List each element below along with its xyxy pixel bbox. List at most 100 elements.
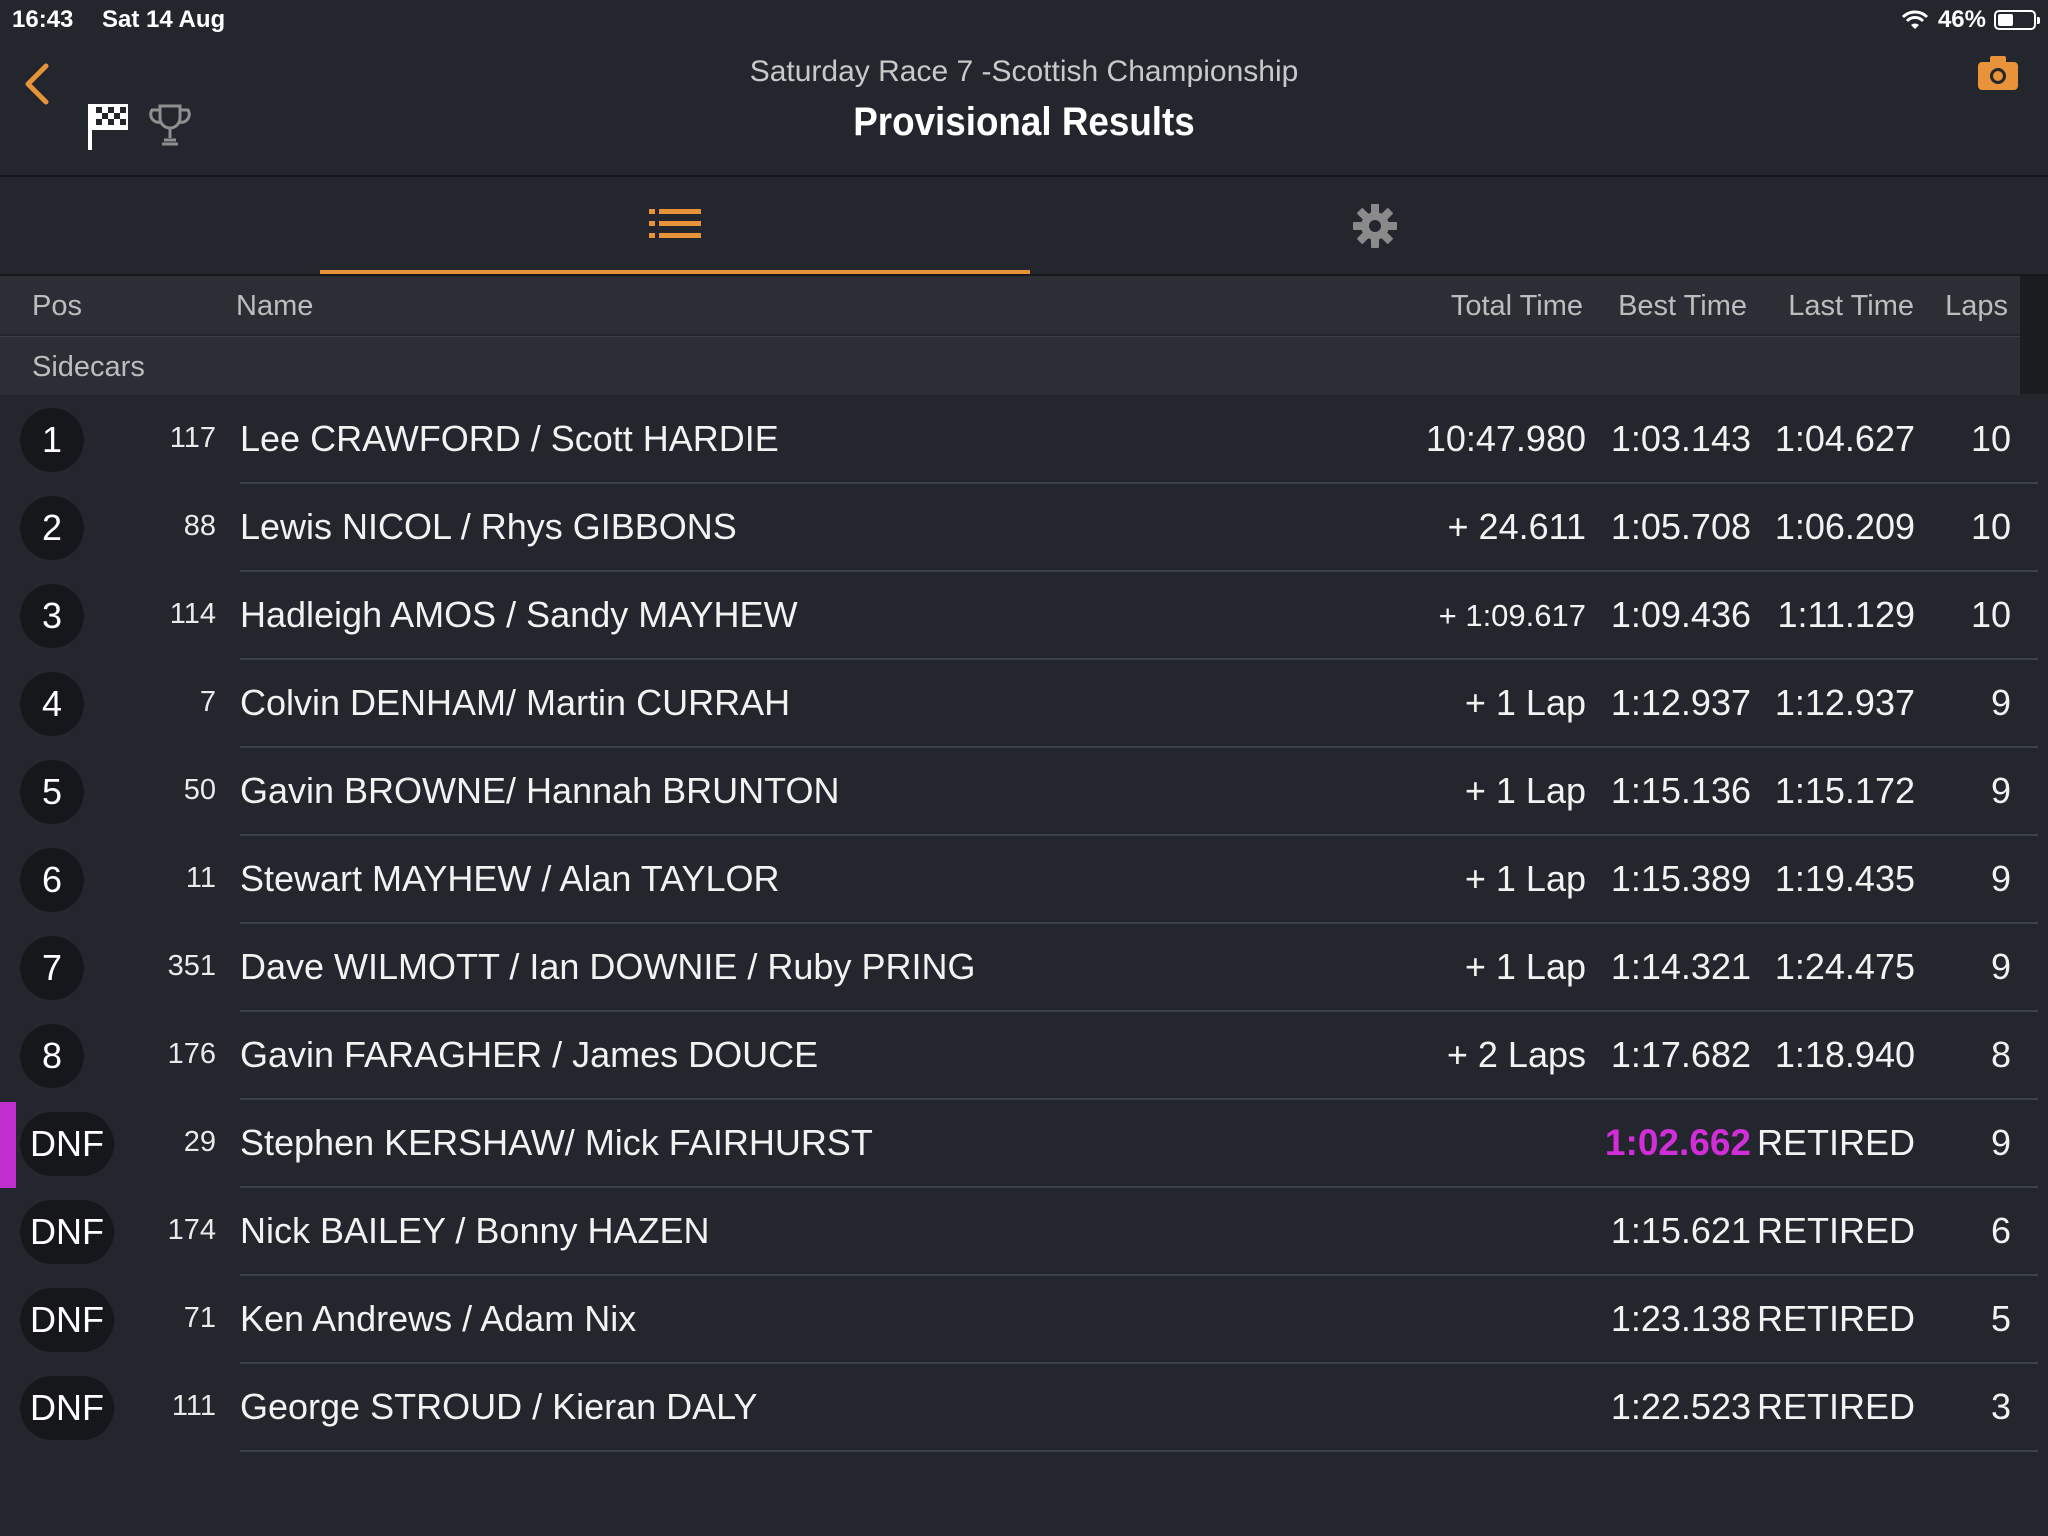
last-time: 1:12.937 (1774, 682, 1915, 723)
rider-number: 117 (169, 422, 216, 454)
col-laps[interactable]: Laps (1945, 290, 2008, 323)
result-row[interactable]: 4 7 Colvin DENHAM/ Martin CURRAH + 1 Lap 1:1… (0, 660, 2048, 748)
laps-count: 5 (1990, 1298, 2011, 1339)
col-name[interactable]: Name (236, 290, 313, 323)
row-divider (240, 1450, 2038, 1452)
race-subtitle: Saturday Race 7 -Scottish Championship (749, 55, 1299, 88)
battery-icon (1994, 10, 2040, 30)
result-row[interactable]: 3 114 Hadleigh AMOS / Sandy MAYHEW + 1:09.6… (0, 572, 2048, 660)
status-right: 46% (1900, 6, 2040, 34)
best-time: 1:17.682 (1610, 1034, 1751, 1075)
rider-names: Gavin FARAGHER / James DOUCE (240, 1034, 819, 1075)
result-row[interactable]: 1 117 Lee CRAWFORD / Scott HARDIE 10:47.980… (0, 396, 2048, 484)
best-time: 1:03.143 (1610, 418, 1751, 459)
total-time: + 24.611 (1447, 506, 1586, 547)
position-badge: 8 (20, 1024, 84, 1088)
best-time: 1:09.436 (1610, 594, 1751, 635)
laps-count: 8 (1990, 1034, 2011, 1075)
laps-count: 10 (1970, 594, 2011, 635)
position-badge: DNF (20, 1376, 114, 1440)
camera-icon[interactable] (1976, 54, 2020, 92)
tab-results-list[interactable] (320, 177, 1030, 274)
fastest-lap-marker (0, 1102, 16, 1188)
wifi-icon (1901, 10, 1929, 29)
laps-count: 9 (1990, 858, 2011, 899)
tab-settings[interactable] (1060, 177, 1690, 274)
best-time: 1:15.621 (1610, 1210, 1751, 1251)
page-title: Provisional Results (853, 100, 1195, 144)
position-badge: DNF (20, 1288, 114, 1352)
last-time: 1:18.940 (1774, 1034, 1915, 1075)
total-time: 10:47.980 (1425, 418, 1586, 459)
best-time: 1:15.136 (1610, 770, 1751, 811)
rider-names: Stewart MAYHEW / Alan TAYLOR (240, 858, 780, 899)
position-badge: 3 (20, 584, 84, 648)
rider-number: 114 (169, 598, 216, 630)
last-time: 1:24.475 (1774, 946, 1915, 987)
result-row[interactable]: DNF 174 Nick BAILEY / Bonny HAZEN 1:15.621 R… (0, 1188, 2048, 1276)
laps-count: 9 (1990, 682, 2011, 723)
laps-count: 10 (1970, 506, 2011, 547)
col-total-time[interactable]: Total Time (1451, 290, 1583, 323)
result-row[interactable]: DNF 111 George STROUD / Kieran DALY 1:22.52… (0, 1364, 2048, 1452)
rider-number: 351 (167, 950, 216, 982)
total-time: + 1:09.617 (1438, 598, 1586, 633)
position-badge: DNF (20, 1112, 114, 1176)
last-time: RETIRED (1756, 1298, 1915, 1339)
last-time: 1:04.627 (1774, 418, 1915, 459)
best-time: 1:15.389 (1610, 858, 1751, 899)
rider-number: 71 (183, 1302, 216, 1334)
rider-number: 7 (199, 686, 216, 718)
class-group-header: Sidecars (0, 336, 2020, 395)
last-time: RETIRED (1756, 1210, 1915, 1251)
results-list: 1 117 Lee CRAWFORD / Scott HARDIE 10:47.980… (0, 396, 2048, 1452)
rider-names: Nick BAILEY / Bonny HAZEN (240, 1210, 710, 1251)
rider-number: 88 (183, 510, 216, 542)
total-time: + 1 Lap (1464, 946, 1586, 987)
rider-names: Lee CRAWFORD / Scott HARDIE (240, 418, 779, 459)
list-icon (649, 208, 701, 238)
last-time: 1:15.172 (1774, 770, 1915, 811)
position-badge: 1 (20, 408, 84, 472)
total-time: + 1 Lap (1464, 770, 1586, 811)
laps-count: 9 (1990, 1122, 2011, 1163)
rider-names: Lewis NICOL / Rhys GIBBONS (240, 506, 737, 547)
last-time: RETIRED (1756, 1122, 1915, 1163)
header: Saturday Race 7 -Scottish Championship P… (0, 40, 2048, 177)
rider-number: 29 (183, 1126, 216, 1158)
rider-number: 111 (171, 1390, 216, 1422)
result-row[interactable]: DNF 71 Ken Andrews / Adam Nix 1:23.138 RETIR… (0, 1276, 2048, 1364)
col-last-time[interactable]: Last Time (1788, 290, 1914, 323)
result-row[interactable]: 8 176 Gavin FARAGHER / James DOUCE + 2 Laps… (0, 1012, 2048, 1100)
best-time: 1:05.708 (1610, 506, 1751, 547)
rider-number: 11 (185, 862, 216, 894)
rider-number: 174 (167, 1214, 216, 1246)
total-time: + 1 Lap (1464, 858, 1586, 899)
result-row[interactable]: 2 88 Lewis NICOL / Rhys GIBBONS + 24.611 1:0… (0, 484, 2048, 572)
rider-names: Gavin BROWNE/ Hannah BRUNTON (240, 770, 840, 811)
rider-names: Dave WILMOTT / Ian DOWNIE / Ruby PRING (240, 946, 976, 987)
position-badge: 7 (20, 936, 84, 1000)
result-row[interactable]: 7 351 Dave WILMOTT / Ian DOWNIE / Ruby PRI… (0, 924, 2048, 1012)
last-time: 1:19.435 (1774, 858, 1915, 899)
rider-names: Stephen KERSHAW/ Mick FAIRHURST (240, 1122, 873, 1163)
best-time: 1:14.321 (1610, 946, 1751, 987)
laps-count: 3 (1990, 1386, 2011, 1427)
rider-names: Colvin DENHAM/ Martin CURRAH (240, 682, 791, 723)
col-pos[interactable]: Pos (32, 290, 82, 323)
total-time: + 1 Lap (1464, 682, 1586, 723)
result-row[interactable]: 6 11 Stewart MAYHEW / Alan TAYLOR + 1 Lap 1:… (0, 836, 2048, 924)
scrollbar[interactable] (2020, 276, 2048, 394)
laps-count: 6 (1990, 1210, 2011, 1251)
position-badge: 4 (20, 672, 84, 736)
best-time: 1:23.138 (1610, 1298, 1751, 1339)
laps-count: 10 (1970, 418, 2011, 459)
gear-icon (1353, 203, 1397, 248)
col-best-time[interactable]: Best Time (1618, 290, 1747, 323)
rider-names: George STROUD / Kieran DALY (240, 1386, 758, 1427)
result-row[interactable]: 5 50 Gavin BROWNE/ Hannah BRUNTON + 1 Lap 1:… (0, 748, 2048, 836)
best-time: 1:22.523 (1610, 1386, 1751, 1427)
result-row[interactable]: DNF 29 Stephen KERSHAW/ Mick FAIRHURST 1:02… (0, 1100, 2048, 1188)
status-time: 16:43 (12, 6, 74, 33)
rider-names: Ken Andrews / Adam Nix (240, 1298, 637, 1339)
